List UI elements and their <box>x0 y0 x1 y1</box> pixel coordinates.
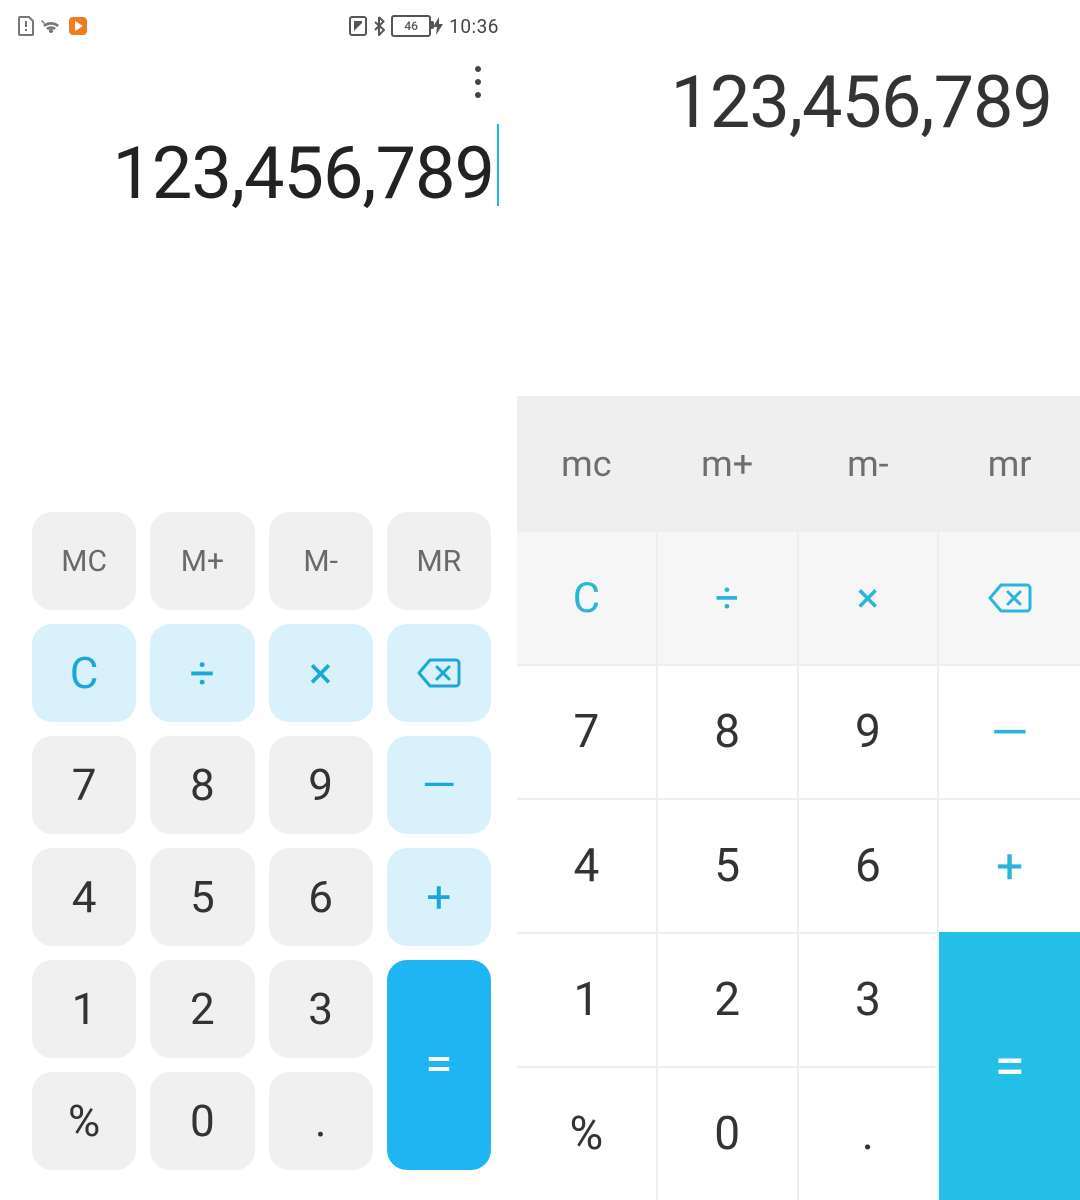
battery-indicator: 46 <box>391 15 443 37</box>
digit-7-button[interactable]: 7 <box>32 736 136 834</box>
digit-8-button[interactable]: 8 <box>150 736 254 834</box>
digit-4-button[interactable]: 4 <box>517 798 658 932</box>
equals-button[interactable]: = <box>939 932 1080 1200</box>
digit-9-button[interactable]: 9 <box>799 664 940 798</box>
digit-8-button[interactable]: 8 <box>658 664 799 798</box>
keypad: mc m+ m- mr C ÷ × 7 8 9 — 4 5 6 + 1 2 3 … <box>517 396 1080 1200</box>
cursor <box>497 124 499 206</box>
multiply-button[interactable]: × <box>269 624 373 722</box>
memory-clear-button[interactable]: mc <box>517 396 658 530</box>
decimal-button[interactable]: . <box>269 1072 373 1170</box>
clock: 10:36 <box>449 15 499 38</box>
divide-button[interactable]: ÷ <box>658 530 799 664</box>
digit-3-button[interactable]: 3 <box>799 932 940 1066</box>
memory-minus-button[interactable]: M- <box>269 512 373 610</box>
digit-5-button[interactable]: 5 <box>658 798 799 932</box>
status-bar: 46 10:36 <box>0 0 517 52</box>
display: 123,456,789 <box>517 0 1080 145</box>
backspace-icon <box>416 657 462 689</box>
display-value: 123,456,789 <box>112 131 494 216</box>
equals-button[interactable]: = <box>387 960 491 1170</box>
memory-plus-button[interactable]: m+ <box>658 396 799 530</box>
keypad: MC M+ M- MR C ÷ × 7 8 9 — 4 5 6 + 1 2 3 … <box>0 512 517 1200</box>
charging-icon <box>433 17 443 35</box>
plus-button[interactable]: + <box>387 848 491 946</box>
decimal-button[interactable]: . <box>799 1066 940 1200</box>
memory-minus-button[interactable]: m- <box>799 396 940 530</box>
nfc-icon <box>349 16 367 36</box>
memory-clear-button[interactable]: MC <box>32 512 136 610</box>
clear-button[interactable]: C <box>517 530 658 664</box>
digit-2-button[interactable]: 2 <box>658 932 799 1066</box>
digit-6-button[interactable]: 6 <box>269 848 373 946</box>
battery-level: 46 <box>404 19 418 33</box>
media-icon <box>68 16 88 36</box>
display-value: 123,456,789 <box>517 60 1052 145</box>
digit-7-button[interactable]: 7 <box>517 664 658 798</box>
display: 123,456,789 <box>0 112 517 210</box>
multiply-button[interactable]: × <box>799 530 940 664</box>
minus-button[interactable]: — <box>387 736 491 834</box>
digit-3-button[interactable]: 3 <box>269 960 373 1058</box>
digit-1-button[interactable]: 1 <box>32 960 136 1058</box>
minus-button[interactable]: — <box>939 664 1080 798</box>
percent-button[interactable]: % <box>32 1072 136 1170</box>
sim-alert-icon <box>18 16 34 36</box>
digit-9-button[interactable]: 9 <box>269 736 373 834</box>
digit-0-button[interactable]: 0 <box>150 1072 254 1170</box>
backspace-button[interactable] <box>387 624 491 722</box>
digit-2-button[interactable]: 2 <box>150 960 254 1058</box>
wifi-icon <box>40 17 62 35</box>
memory-plus-button[interactable]: M+ <box>150 512 254 610</box>
backspace-button[interactable] <box>939 530 1080 664</box>
left-calculator: 46 10:36 123,456,789 MC M+ M- MR C ÷ × 7 <box>0 0 517 1200</box>
bluetooth-icon <box>373 16 385 36</box>
digit-1-button[interactable]: 1 <box>517 932 658 1066</box>
percent-button[interactable]: % <box>517 1066 658 1200</box>
digit-0-button[interactable]: 0 <box>658 1066 799 1200</box>
divide-button[interactable]: ÷ <box>150 624 254 722</box>
digit-4-button[interactable]: 4 <box>32 848 136 946</box>
memory-recall-button[interactable]: MR <box>387 512 491 610</box>
digit-6-button[interactable]: 6 <box>799 798 940 932</box>
backspace-icon <box>987 582 1033 614</box>
plus-button[interactable]: + <box>939 798 1080 932</box>
menu-bar <box>0 52 517 112</box>
right-calculator: 123,456,789 mc m+ m- mr C ÷ × 7 8 9 — 4 … <box>517 0 1080 1200</box>
digit-5-button[interactable]: 5 <box>150 848 254 946</box>
memory-recall-button[interactable]: mr <box>939 396 1080 530</box>
overflow-menu-icon[interactable] <box>475 66 481 98</box>
clear-button[interactable]: C <box>32 624 136 722</box>
